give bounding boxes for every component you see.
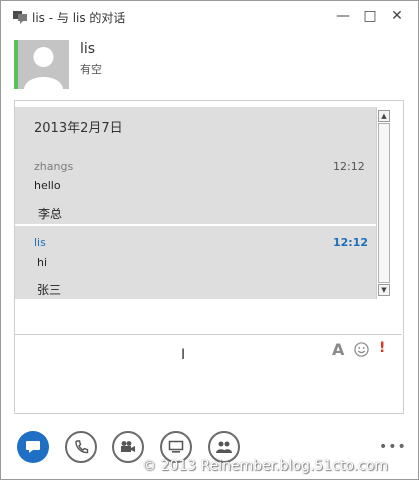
scroll-thumb[interactable] bbox=[378, 123, 390, 283]
contact-status: 有空 bbox=[80, 63, 102, 76]
message-sender: lis bbox=[34, 236, 46, 249]
close-button[interactable]: ✕ bbox=[384, 6, 410, 26]
text-cursor-icon: I bbox=[181, 347, 186, 363]
more-options-button[interactable]: ••• bbox=[379, 439, 407, 455]
contact-name[interactable]: lis bbox=[80, 41, 95, 57]
video-button[interactable] bbox=[112, 431, 144, 463]
high-importance-button[interactable]: ! bbox=[379, 340, 385, 356]
video-icon bbox=[121, 441, 135, 452]
default-avatar-icon bbox=[18, 40, 69, 89]
maximize-button[interactable]: □ bbox=[357, 6, 383, 26]
watermark: © 2013 Reinember.blog.51cto.com bbox=[142, 458, 389, 474]
im-button[interactable] bbox=[17, 431, 49, 463]
conversation-date: 2013年2月7日 bbox=[34, 121, 123, 136]
lync-app-icon bbox=[13, 11, 27, 24]
message-text: 张三 bbox=[37, 283, 62, 297]
scroll-down-arrow-icon[interactable]: ▼ bbox=[378, 284, 390, 296]
message-text: 李总 bbox=[38, 207, 63, 221]
participants-icon bbox=[216, 441, 232, 453]
message-text: hello bbox=[34, 179, 61, 192]
avatar[interactable] bbox=[18, 40, 69, 89]
message-sender: zhangs bbox=[34, 160, 74, 173]
minimize-icon: — bbox=[336, 8, 350, 24]
present-icon bbox=[168, 440, 184, 453]
call-button[interactable] bbox=[65, 431, 97, 463]
phone-icon bbox=[75, 440, 89, 454]
message-text: hi bbox=[37, 256, 48, 269]
message-divider bbox=[15, 224, 376, 226]
emoticon-icon[interactable] bbox=[354, 342, 369, 357]
message-time: 12:12 bbox=[333, 160, 365, 173]
font-format-button[interactable]: A bbox=[332, 340, 344, 359]
maximize-icon: □ bbox=[363, 8, 377, 24]
chat-icon bbox=[26, 441, 40, 453]
window-title: lis - 与 lis 的对话 bbox=[32, 11, 126, 25]
history-scrollbar[interactable]: ▲ ▼ bbox=[376, 107, 391, 299]
minimize-button[interactable]: — bbox=[330, 6, 356, 26]
scroll-up-arrow-icon[interactable]: ▲ bbox=[378, 110, 390, 122]
close-icon: ✕ bbox=[391, 8, 403, 24]
message-time: 12:12 bbox=[333, 236, 369, 249]
